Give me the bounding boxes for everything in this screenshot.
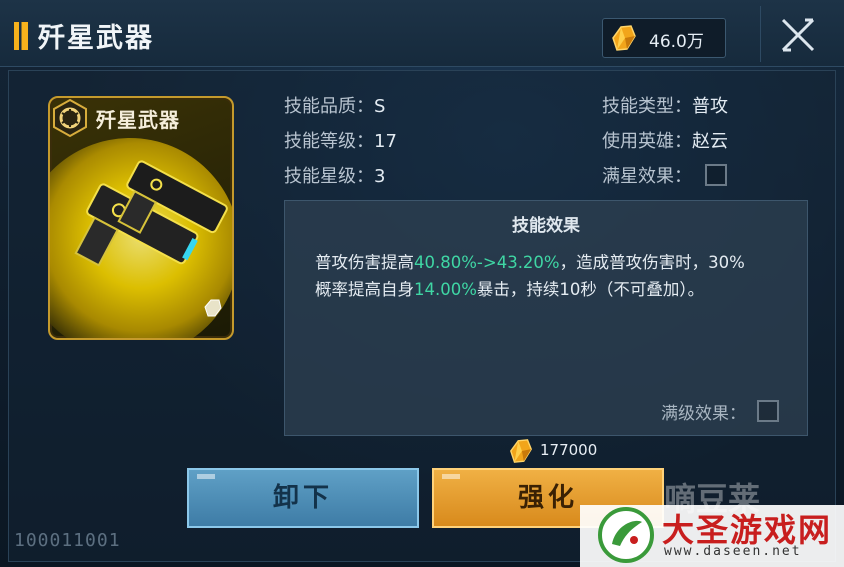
currency-display: 46.0万: [602, 18, 726, 58]
maxstar-label: 满星效果：: [602, 166, 692, 187]
type-value: 普攻: [692, 96, 728, 117]
effect-line1-a: 普攻伤害提高: [315, 253, 414, 272]
star-value: 3: [374, 166, 386, 187]
level-value: 17: [374, 131, 397, 152]
watermark-url: www.daseen.net: [664, 544, 802, 559]
effect-line1-b: ，造成普攻伤害时，30%: [559, 253, 745, 272]
star-label: 技能星级：: [284, 166, 374, 187]
currency-amount: 46.0万: [649, 32, 704, 52]
crystal-icon: [204, 299, 222, 317]
upgrade-label: 强化: [517, 483, 578, 513]
close-x-icon: [781, 18, 815, 52]
unequip-button[interactable]: 卸下: [187, 468, 419, 528]
effect-title: 技能效果: [512, 216, 580, 236]
quality-row: 技能品质：S: [284, 92, 385, 118]
quality-value: S: [374, 96, 386, 117]
effect-line2-highlight: 14.00%: [414, 280, 477, 299]
close-button[interactable]: [760, 6, 835, 62]
effect-line2-a: 概率提高自身: [315, 280, 414, 299]
hero-row: 使用英雄：赵云: [602, 127, 728, 153]
item-id-code: 100011001: [14, 530, 121, 551]
unequip-label: 卸下: [272, 483, 333, 513]
maxlevel-label: 满级效果：: [661, 404, 746, 424]
effect-description: 普攻伤害提高40.80%->43.20%，造成普攻伤害时，30% 概率提高自身1…: [315, 249, 785, 303]
type-label: 技能类型：: [602, 96, 692, 117]
effect-line2-b: 暴击，持续10秒（不可叠加）。: [476, 280, 705, 299]
gold-crystal-icon: [510, 439, 532, 463]
effect-line1-highlight: 40.80%->43.20%: [414, 253, 560, 272]
title-accent-mark: [14, 22, 28, 50]
page-title: 歼星武器: [38, 23, 154, 54]
header-bar: 歼星武器 46.0万: [0, 0, 844, 67]
button-tag: [197, 474, 215, 479]
hero-value: 赵云: [692, 131, 728, 152]
card-title: 歼星武器: [96, 108, 180, 132]
type-row: 技能类型：普攻: [602, 92, 728, 118]
watermark-logo-icon: [598, 507, 654, 563]
level-row: 技能等级：17: [284, 127, 397, 153]
quality-label: 技能品质：: [284, 96, 374, 117]
gold-crystal-icon: [612, 25, 636, 51]
level-label: 技能等级：: [284, 131, 374, 152]
button-tag: [442, 474, 460, 479]
maxstar-row: 满星效果：: [602, 162, 692, 188]
effect-box: 技能效果 普攻伤害提高40.80%->43.20%，造成普攻伤害时，30% 概率…: [284, 200, 808, 436]
maxlevel-checkbox[interactable]: [757, 400, 779, 422]
upgrade-cost: 177000: [540, 441, 598, 459]
star-row: 技能星级：3: [284, 162, 385, 188]
hexagon-emblem-icon: [53, 98, 87, 138]
maxstar-checkbox[interactable]: [705, 164, 727, 186]
hero-label: 使用英雄：: [602, 131, 692, 152]
